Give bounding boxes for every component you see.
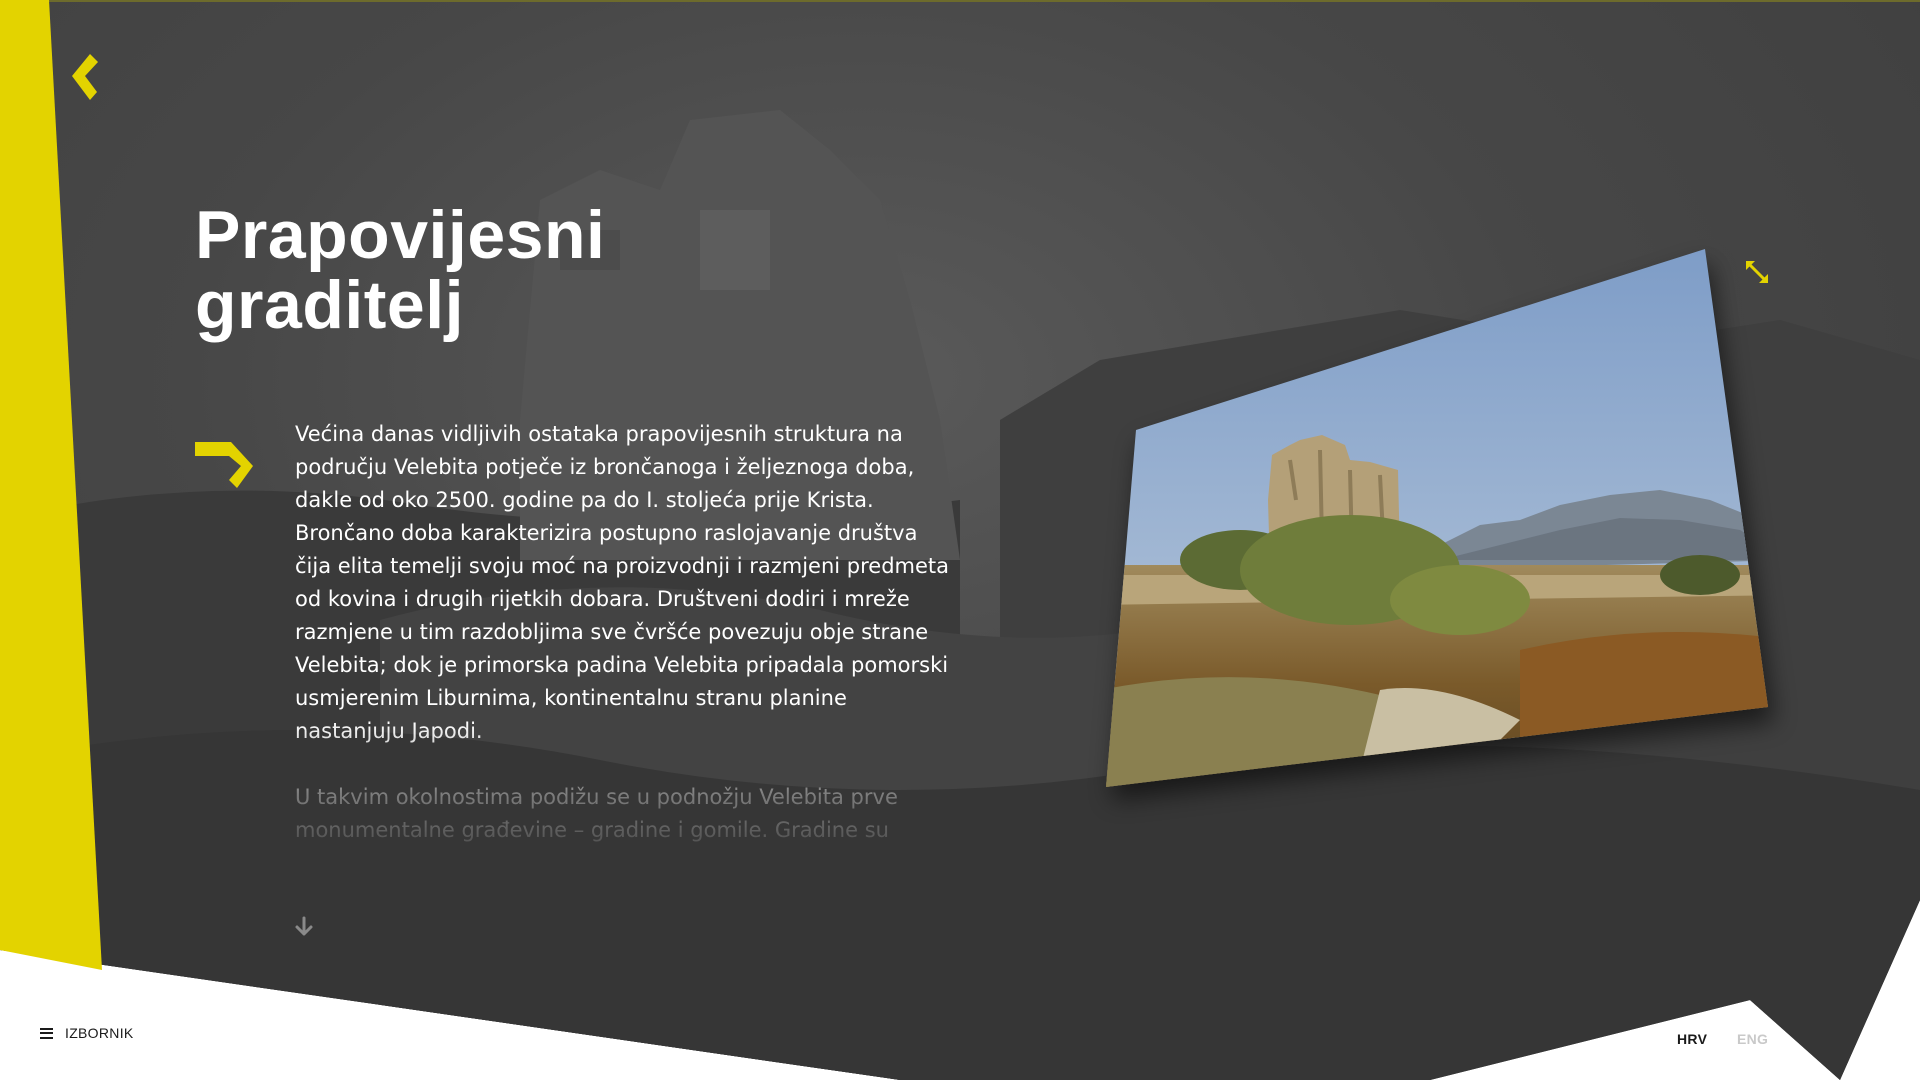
article-text[interactable]: Većina danas vidljivih ostataka prapovij…	[295, 418, 955, 878]
menu-label: IZBORNIK	[65, 1025, 134, 1041]
arrow-down-icon[interactable]	[292, 915, 316, 939]
chevron-logo-icon[interactable]	[72, 54, 108, 104]
expand-icon[interactable]	[1743, 258, 1771, 286]
article-paragraph-2: U takvim okolnostima podižu se u podnožj…	[295, 785, 898, 842]
menu-button[interactable]: IZBORNIK	[40, 1025, 134, 1041]
language-eng[interactable]: ENG	[1737, 1031, 1768, 1047]
arrow-right-icon	[195, 442, 253, 488]
top-accent-line	[0, 0, 1920, 2]
article-paragraph-1: Većina danas vidljivih ostataka prapovij…	[295, 422, 950, 743]
language-hrv[interactable]: HRV	[1677, 1031, 1707, 1047]
hamburger-icon	[40, 1027, 53, 1039]
page-title: Prapovijesni graditelj	[195, 197, 606, 343]
